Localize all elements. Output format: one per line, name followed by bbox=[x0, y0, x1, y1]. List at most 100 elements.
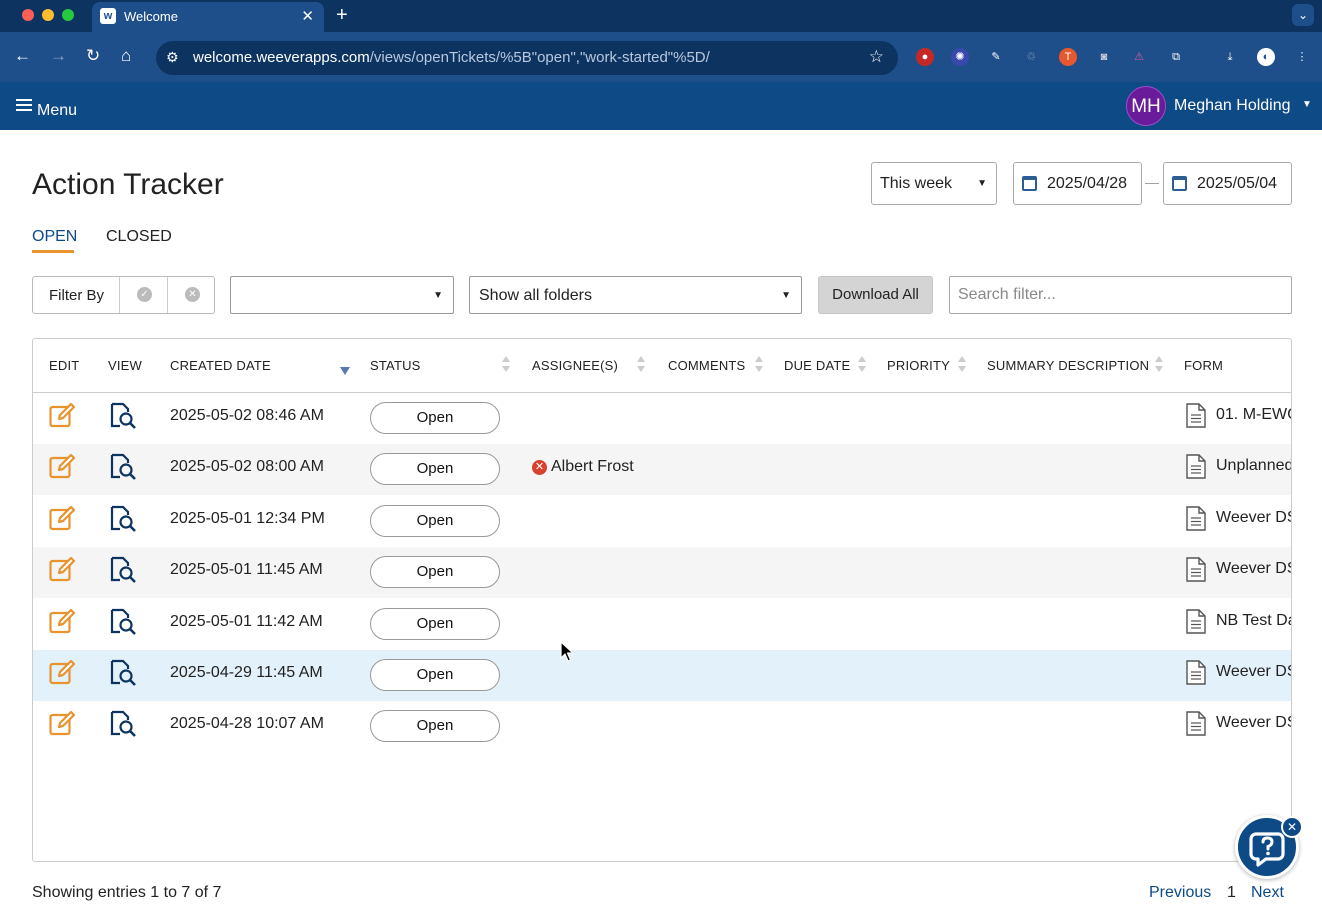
menu-button[interactable]: Menu bbox=[16, 96, 77, 120]
sort-icon[interactable] bbox=[858, 356, 866, 374]
bookmark-star-icon[interactable]: ☆ bbox=[869, 47, 884, 67]
filter-cancel-button[interactable]: ✕ bbox=[167, 277, 215, 313]
camera-extension-icon[interactable]: ◙ bbox=[1095, 48, 1113, 66]
status-button[interactable]: Open bbox=[370, 710, 500, 743]
table-row[interactable]: 2025-05-01 12:34 PM Open Weever DS bbox=[33, 496, 1291, 547]
view-document-icon[interactable] bbox=[109, 556, 137, 584]
col-due-date[interactable]: DUE DATE bbox=[784, 358, 850, 373]
address-bar[interactable]: ⚙ welcome.weeverapps.com/views/openTicke… bbox=[156, 41, 898, 75]
edit-icon[interactable] bbox=[49, 659, 76, 685]
edit-icon[interactable] bbox=[49, 608, 76, 634]
filter-by-label[interactable]: Filter By bbox=[49, 287, 104, 304]
back-icon[interactable]: ← bbox=[14, 46, 31, 66]
date-from-input[interactable]: 2025/04/28 bbox=[1013, 162, 1142, 205]
table-row[interactable]: 2025-05-01 11:45 AM Open Weever DS bbox=[33, 547, 1291, 599]
previous-page-button[interactable]: Previous bbox=[1149, 884, 1211, 902]
tab-open[interactable]: OPEN bbox=[32, 228, 77, 253]
table-row[interactable]: 2025-04-29 11:45 AM Open Weever DS bbox=[33, 650, 1291, 701]
edit-icon[interactable] bbox=[49, 402, 76, 428]
sort-icon[interactable] bbox=[958, 356, 966, 374]
page-number-button[interactable]: 1 bbox=[1227, 884, 1236, 902]
edit-icon[interactable] bbox=[49, 505, 76, 531]
col-assignees[interactable]: ASSIGNEE(S) bbox=[532, 358, 618, 373]
form-name-cell[interactable]: Weever DS bbox=[1216, 509, 1291, 527]
browser-tabbar: w Welcome ✕ + ⌄ bbox=[0, 0, 1322, 32]
extension-icon[interactable]: ✎ bbox=[987, 48, 1005, 66]
col-priority[interactable]: PRIORITY bbox=[887, 358, 950, 373]
tab-close-icon[interactable]: ✕ bbox=[301, 7, 314, 25]
new-tab-button[interactable]: + bbox=[336, 4, 348, 27]
tab-search-button[interactable]: ⌄ bbox=[1292, 4, 1314, 26]
browser-menu-icon[interactable]: ⋮ bbox=[1293, 48, 1311, 66]
view-document-icon[interactable] bbox=[109, 608, 137, 635]
extension-icon[interactable]: ✺ bbox=[951, 48, 969, 66]
sort-icon[interactable] bbox=[755, 356, 763, 374]
extension-icon[interactable]: ⚠ bbox=[1130, 48, 1148, 66]
reload-icon[interactable]: ↻ bbox=[86, 46, 100, 66]
form-document-icon bbox=[1186, 403, 1206, 428]
user-menu[interactable]: MH Meghan Holding ▼ bbox=[1126, 86, 1312, 126]
form-name-cell[interactable]: Weever DS bbox=[1216, 663, 1291, 681]
form-name-cell[interactable]: Unplanned bbox=[1216, 457, 1291, 475]
profile-icon[interactable]: ◐ bbox=[1257, 48, 1275, 66]
help-close-icon[interactable]: ✕ bbox=[1281, 816, 1303, 838]
view-document-icon[interactable] bbox=[109, 453, 137, 481]
home-icon[interactable]: ⌂ bbox=[121, 46, 131, 66]
filter-select[interactable]: ▼ bbox=[230, 276, 454, 314]
extension-icon[interactable]: ● bbox=[916, 48, 934, 66]
browser-tab[interactable]: w Welcome ✕ bbox=[92, 2, 324, 32]
form-name-cell[interactable]: NB Test Da bbox=[1216, 612, 1291, 630]
col-form[interactable]: FORM bbox=[1184, 358, 1223, 373]
close-window-button[interactable] bbox=[22, 9, 34, 21]
sort-icon[interactable] bbox=[502, 356, 510, 374]
search-input[interactable] bbox=[949, 276, 1292, 314]
col-edit: EDIT bbox=[49, 358, 80, 373]
col-created-date[interactable]: CREATED DATE bbox=[170, 358, 271, 373]
view-document-icon[interactable] bbox=[109, 505, 137, 532]
next-page-button[interactable]: Next bbox=[1251, 884, 1284, 902]
col-comments[interactable]: COMMENTS bbox=[668, 358, 745, 373]
edit-icon[interactable] bbox=[49, 453, 76, 479]
status-button[interactable]: Open bbox=[370, 659, 500, 691]
table-row[interactable]: 2025-05-01 11:42 AM Open NB Test Da bbox=[33, 599, 1291, 650]
download-all-button[interactable]: Download All bbox=[818, 276, 933, 314]
edit-icon[interactable] bbox=[49, 556, 76, 582]
extension-icon[interactable]: T bbox=[1059, 48, 1077, 66]
sort-icon[interactable] bbox=[637, 356, 645, 374]
col-status[interactable]: STATUS bbox=[370, 358, 421, 373]
status-button[interactable]: Open bbox=[370, 504, 500, 537]
extensions-puzzle-icon[interactable]: ⧉ bbox=[1167, 48, 1185, 66]
minimize-window-button[interactable] bbox=[42, 9, 54, 21]
status-button[interactable]: Open bbox=[370, 556, 500, 589]
view-document-icon[interactable] bbox=[109, 659, 137, 686]
folders-value: Show all folders bbox=[479, 287, 592, 304]
table-row[interactable]: 2025-04-28 10:07 AM Open Weever DS bbox=[33, 701, 1291, 752]
filter-complete-button[interactable]: ✓ bbox=[119, 277, 167, 313]
period-select[interactable]: This week ▼ bbox=[871, 162, 997, 205]
url-path: /views/openTickets/%5B"open","work-start… bbox=[369, 49, 710, 66]
forward-icon[interactable]: → bbox=[50, 46, 67, 66]
form-name-cell[interactable]: Weever DS bbox=[1216, 714, 1291, 732]
sort-icon[interactable] bbox=[1155, 356, 1163, 374]
status-button[interactable]: Open bbox=[370, 453, 500, 486]
date-to-input[interactable]: 2025/05/04 bbox=[1163, 162, 1292, 205]
url-text[interactable]: welcome.weeverapps.com/views/openTickets… bbox=[193, 49, 710, 66]
col-summary[interactable]: SUMMARY DESCRIPTION bbox=[987, 358, 1149, 373]
download-icon[interactable]: ⤓ bbox=[1221, 48, 1239, 66]
folders-select[interactable]: Show all folders ▼ bbox=[469, 276, 802, 314]
extension-icon[interactable]: ♲ bbox=[1022, 48, 1040, 66]
status-button[interactable]: Open bbox=[370, 607, 500, 640]
site-info-icon[interactable]: ⚙ bbox=[166, 49, 179, 66]
maximize-window-button[interactable] bbox=[62, 9, 74, 21]
view-document-icon[interactable] bbox=[109, 710, 137, 738]
view-document-icon[interactable] bbox=[109, 402, 137, 429]
edit-icon[interactable] bbox=[49, 710, 76, 736]
remove-assignee-icon[interactable]: ✕ bbox=[532, 460, 547, 476]
sort-desc-icon[interactable] bbox=[340, 367, 350, 375]
table-row[interactable]: 2025-05-02 08:00 AM Open ✕ Albert Frost U… bbox=[33, 444, 1291, 496]
form-name-cell[interactable]: 01. M-EWC bbox=[1216, 406, 1291, 424]
tab-closed[interactable]: CLOSED bbox=[106, 228, 172, 246]
status-button[interactable]: Open bbox=[370, 402, 500, 434]
form-name-cell[interactable]: Weever DS bbox=[1216, 560, 1291, 578]
table-row[interactable]: 2025-05-02 08:46 AM Open 01. M-EWC bbox=[33, 393, 1291, 444]
